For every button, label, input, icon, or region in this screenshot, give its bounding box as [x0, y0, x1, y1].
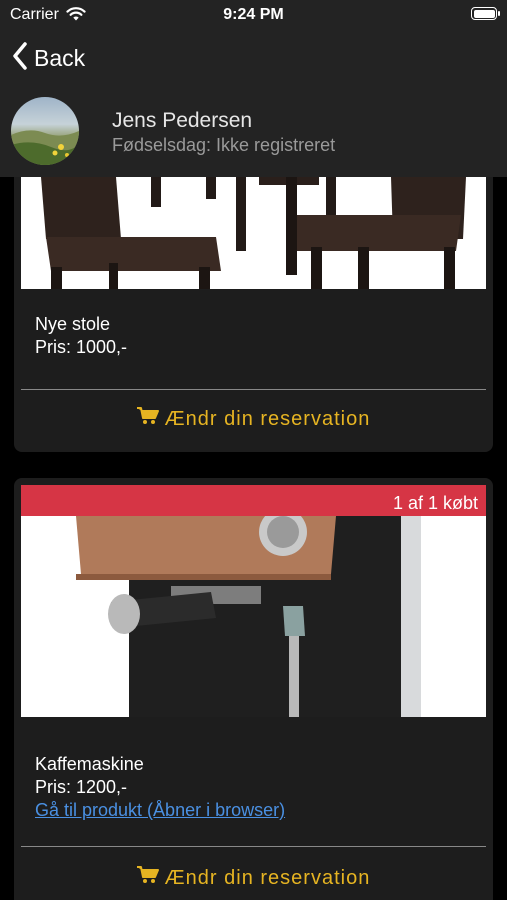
change-reservation-button[interactable]: Ændr din reservation	[21, 856, 486, 900]
battery-level	[473, 9, 495, 18]
product-name: Kaffemaskine	[35, 754, 144, 774]
reservation-card: 1 af 1 købt Kaffemaskine Pris: 1200,- Gå…	[14, 478, 493, 900]
product-price: Pris: 1200,-	[35, 777, 128, 797]
product-image	[21, 177, 486, 289]
profile-name: Jens Pedersen	[112, 109, 253, 132]
shopping-cart-icon	[136, 866, 159, 890]
battery-icon	[471, 7, 500, 20]
divider	[21, 389, 486, 390]
back-label: Back	[34, 45, 86, 71]
reservation-card: Nye stole Pris: 1000,- Ændr din reservat…	[14, 177, 493, 452]
shopping-cart-icon	[136, 407, 159, 431]
divider	[21, 846, 486, 847]
change-reservation-button[interactable]: Ændr din reservation	[21, 397, 486, 441]
reservation-list[interactable]: Nye stole Pris: 1000,- Ændr din reservat…	[0, 177, 507, 900]
change-reservation-label: Ændr din reservation	[164, 866, 371, 889]
avatar	[11, 97, 79, 165]
navigation-bar: Back	[0, 32, 507, 87]
status-bar: Carrier 9:24 PM	[0, 0, 507, 32]
product-image	[21, 516, 486, 717]
chevron-left-icon	[12, 42, 28, 75]
profile-birthday: Fødselsdag: Ikke registreret	[112, 135, 336, 155]
product-price: Pris: 1000,-	[35, 337, 128, 357]
change-reservation-label: Ændr din reservation	[164, 407, 371, 430]
product-link[interactable]: Gå til produkt (Åbner i browser)	[35, 800, 285, 821]
back-button[interactable]: Back	[12, 42, 85, 75]
profile-header: Jens Pedersen Fødselsdag: Ikke registrer…	[0, 87, 507, 177]
clock: 9:24 PM	[223, 6, 284, 23]
product-name: Nye stole	[35, 314, 111, 334]
